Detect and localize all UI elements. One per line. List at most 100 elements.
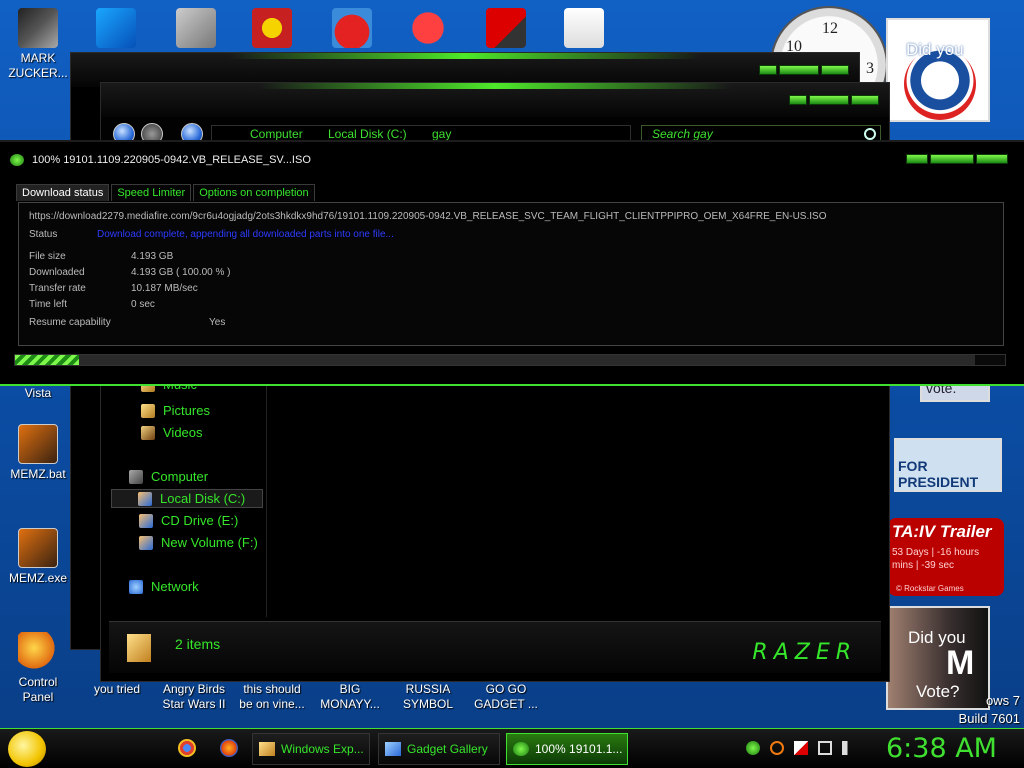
close-button[interactable] [976,154,1008,164]
title-bar[interactable] [101,83,889,117]
clock-number: 12 [822,20,838,37]
taskbar-windows-explorer[interactable]: Windows Exp... [252,733,370,765]
close-button[interactable] [851,95,879,105]
gadget-countdown: 53 Days | -16 hours mins | -39 sec [892,547,980,571]
time-left-label: Time left [29,299,67,310]
download-dialog[interactable]: 100% 19101.1109.220905-0942.VB_RELEASE_S… [0,140,1024,386]
status-label: Status [29,229,58,240]
breadcrumb-local-disk[interactable]: Local Disk (C:) [328,127,407,141]
volume-icon[interactable] [842,741,856,755]
taskbar-button-label: 100% 19101.1... [535,742,623,756]
control-panel-icon [18,632,58,672]
angry-bird-icon [332,8,372,48]
windows-build-watermark: ows 7 Build 7601 [930,692,1020,728]
desktop-icon-label: MARK ZUCKER... [8,51,68,80]
desktop-icon-vine[interactable]: this should be on vine... [234,682,310,712]
desktop-icon-you-tried[interactable]: you tried [79,682,155,697]
computer-icon [129,469,143,484]
desktop-icon-label: BIG MONAYY... [320,682,380,711]
folder-icon [259,742,275,756]
chrome-icon[interactable] [178,739,196,757]
window-controls [789,95,879,105]
firefox-icon[interactable] [220,739,238,757]
desktop-icon-vista[interactable]: Vista [0,386,76,401]
desktop-icon-memz-bat[interactable]: MEMZ.bat [0,424,76,482]
search-placeholder: Search gay [652,127,713,141]
tab-speed-limiter[interactable]: Speed Limiter [111,184,192,201]
nav-item-computer[interactable]: Computer [129,469,208,484]
nav-item-label: Network [151,579,199,594]
desktop-icon-control-panel[interactable]: Control Panel [0,632,76,705]
desktop-icon-red-monster[interactable] [390,8,466,51]
taskbar-download-manager[interactable]: 100% 19101.1... [506,733,628,765]
network-tray-icon[interactable] [818,741,832,755]
taskbar-gadget-gallery[interactable]: Gadget Gallery [378,733,500,765]
files-icon [176,8,216,48]
breadcrumb-folder[interactable]: gay [432,127,451,141]
search-tray-icon[interactable] [770,741,784,755]
download-manager-icon [10,154,24,166]
desktop-icon-go-go-gadget[interactable]: GO GO GADGET ... [468,682,544,712]
for-president-gadget[interactable]: FOR PRESIDENT [894,438,1002,492]
maximize-button[interactable] [930,154,974,164]
breadcrumb-computer[interactable]: Computer [250,127,303,141]
desktop-icon-angry-birds-star-wars[interactable]: Angry Birds Star Wars II [156,682,232,712]
download-title: 100% 19101.1109.220905-0942.VB_RELEASE_S… [10,154,311,166]
desktop-icon-mark-zuckerberg[interactable]: MARK ZUCKER... [0,8,76,81]
gta-trailer-gadget[interactable]: TA:IV Trailer 53 Days | -16 hours mins |… [888,518,1004,596]
nav-item-label: Videos [163,425,203,440]
gadget-brand: © Rockstar Games [896,584,964,593]
star-wars-icon [252,8,292,48]
nav-item-videos[interactable]: Videos [141,425,203,440]
resume-label: Resume capability [29,317,111,328]
transfer-rate-label: Transfer rate [29,283,86,294]
desktop-icon-memz-exe[interactable]: MEMZ.exe [0,528,76,586]
item-count: 2 items [175,636,221,652]
action-center-flag-icon[interactable] [794,741,808,755]
desktop-icon-russia[interactable] [468,8,544,51]
taskbar-clock[interactable]: 6:38 AM [886,733,997,764]
desktop-icon-angry-bird[interactable] [314,8,390,51]
search-icon[interactable] [864,128,876,140]
download-tray-icon[interactable] [746,741,760,755]
taskbar-button-label: Gadget Gallery [407,742,488,756]
desktop-icon-label: MEMZ.exe [8,571,67,585]
nav-item-pictures[interactable]: Pictures [141,403,210,418]
nav-item-cd-drive[interactable]: CD Drive (E:) [139,513,238,528]
download-tabs: Download status Speed Limiter Options on… [16,184,315,201]
videos-folder-icon [141,425,155,440]
nav-item-network[interactable]: Network [129,579,199,594]
maximize-button[interactable] [809,95,849,105]
close-button[interactable] [821,65,849,75]
nav-item-local-disk[interactable]: Local Disk (C:) [111,489,263,508]
desktop-icon-big-money[interactable]: BIG MONAYY... [312,682,388,712]
blue-app-icon [96,8,136,48]
cd-drive-icon [139,513,153,528]
tab-download-status[interactable]: Download status [16,184,110,201]
navigation-pane: Music Pictures Videos Computer Local Dis… [111,377,267,617]
nav-item-label: CD Drive (E:) [161,513,239,528]
minimize-button[interactable] [759,65,777,75]
tab-options-on-completion[interactable]: Options on completion [193,184,315,201]
file-size-value: 4.193 GB [131,251,174,262]
desktop-icon-document[interactable] [546,8,622,51]
start-button[interactable] [8,731,46,767]
maximize-button[interactable] [779,65,819,75]
memz-bat-icon [18,424,58,464]
nav-item-new-volume[interactable]: New Volume (F:) [139,535,258,550]
drive-icon [139,535,153,550]
minimize-button[interactable] [789,95,807,105]
nav-item-label: New Volume (F:) [161,535,258,550]
desktop-icon-label: GO GO GADGET ... [474,682,538,711]
folder-icon [127,634,151,662]
desktop-icon-star-wars[interactable] [234,8,310,51]
desktop-icon-label: Vista [24,386,52,400]
taskbar-button-label: Windows Exp... [281,742,364,756]
desktop-icon-russia-symbol[interactable]: RUSSIA SYMBOL [390,682,466,712]
gadget-title: TA:IV Trailer [892,522,992,541]
obama-gadget-did-you[interactable]: Did you [886,18,990,122]
desktop-icon-gray[interactable] [158,8,234,51]
desktop-icon-blue[interactable] [78,8,154,51]
minimize-button[interactable] [906,154,928,164]
watermark-line: ows 7 [986,693,1020,708]
